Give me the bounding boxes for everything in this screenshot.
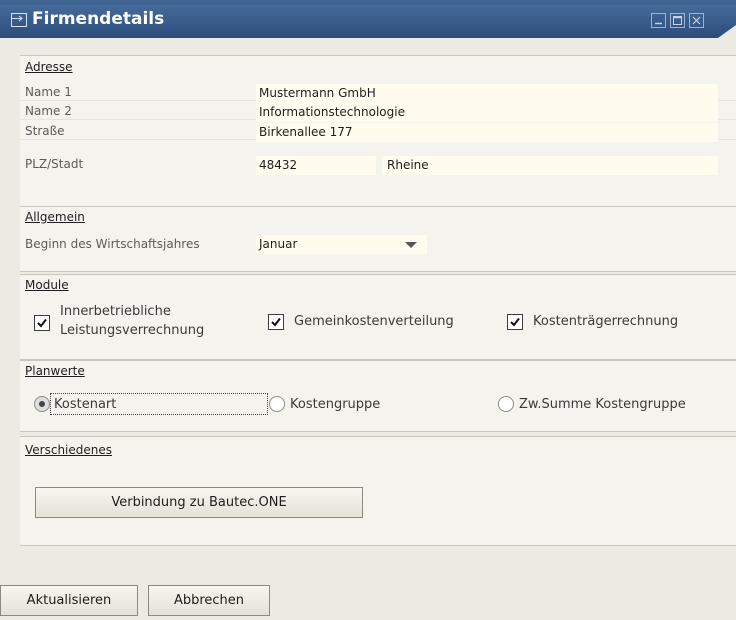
close-icon[interactable] xyxy=(689,13,704,28)
update-button[interactable]: Aktualisieren xyxy=(0,585,138,616)
window-title: Firmendetails xyxy=(32,9,165,29)
modules-group-title: Module xyxy=(25,278,69,292)
gemeinkostenverteilung-label: Gemeinkostenverteilung xyxy=(294,314,454,329)
street-label: Straße xyxy=(25,124,65,138)
street-field[interactable]: Birkenallee 177 xyxy=(256,123,718,142)
title-bar-stripe xyxy=(0,0,736,5)
address-group-title: Adresse xyxy=(25,60,73,74)
planwerte-group-title: Planwerte xyxy=(25,364,85,378)
planwerte-group: Planwerte Kostenart Kostengruppe Zw.Summ… xyxy=(20,360,736,432)
connect-bautec-button[interactable]: Verbindung zu Bautec.ONE xyxy=(35,487,363,518)
zw-summe-kostengruppe-label: Zw.Summe Kostengruppe xyxy=(519,397,686,412)
name1-label: Name 1 xyxy=(25,85,72,99)
name2-label: Name 2 xyxy=(25,104,72,118)
zip-field[interactable]: 48432 xyxy=(256,156,376,175)
misc-group-title: Verschiedenes xyxy=(25,443,113,457)
minimize-icon[interactable] xyxy=(651,13,666,28)
checkbox-kostentraegerrechnung[interactable] xyxy=(507,314,523,330)
fiscal-year-label: Beginn des Wirtschaftsjahres xyxy=(25,237,200,251)
city-field[interactable]: Rheine xyxy=(382,156,718,175)
window-corner xyxy=(718,25,736,38)
radio-zw-summe-kostengruppe[interactable] xyxy=(498,396,514,412)
title-bar[interactable]: Firmendetails xyxy=(0,0,736,38)
fiscal-year-value: Januar xyxy=(259,237,298,251)
kostentraegerrechnung-label: Kostenträgerrechnung xyxy=(533,314,679,329)
checkbox-gemeinkostenverteilung[interactable] xyxy=(268,314,284,330)
leistungsverrechnung-label-line2: Leistungsverrechnung xyxy=(60,323,205,338)
name1-field[interactable]: Mustermann GmbH xyxy=(256,84,718,103)
general-group: Allgemein Beginn des Wirtschaftsjahres J… xyxy=(20,206,736,272)
kostenart-label: Kostenart xyxy=(54,397,117,412)
name2-field[interactable]: Informationstechnologie xyxy=(256,103,718,122)
address-group: Adresse Name 1 Mustermann GmbH Name 2 In… xyxy=(20,55,736,211)
misc-group: Verschiedenes Verbindung zu Bautec.ONE xyxy=(20,436,736,546)
form-icon xyxy=(11,13,27,27)
fiscal-year-dropdown[interactable]: Januar xyxy=(256,235,427,254)
general-group-title: Allgemein xyxy=(25,210,85,224)
kostengruppe-label: Kostengruppe xyxy=(290,397,381,412)
firmendetails-window: Firmendetails Adresse Name 1 Mustermann … xyxy=(0,0,736,620)
radio-dot xyxy=(39,401,45,407)
radio-kostengruppe[interactable] xyxy=(269,396,285,412)
modules-group: Module Innerbetriebliche Leistungsverrec… xyxy=(20,274,736,360)
leistungsverrechnung-label-line1: Innerbetriebliche xyxy=(60,304,171,319)
city-label: PLZ/Stadt xyxy=(25,157,84,171)
cancel-button[interactable]: Abbrechen xyxy=(148,585,270,616)
maximize-icon[interactable] xyxy=(670,13,685,28)
checkbox-leistungsverrechnung[interactable] xyxy=(34,315,50,331)
chevron-down-icon[interactable] xyxy=(405,242,417,248)
radio-kostenart[interactable] xyxy=(34,396,50,412)
